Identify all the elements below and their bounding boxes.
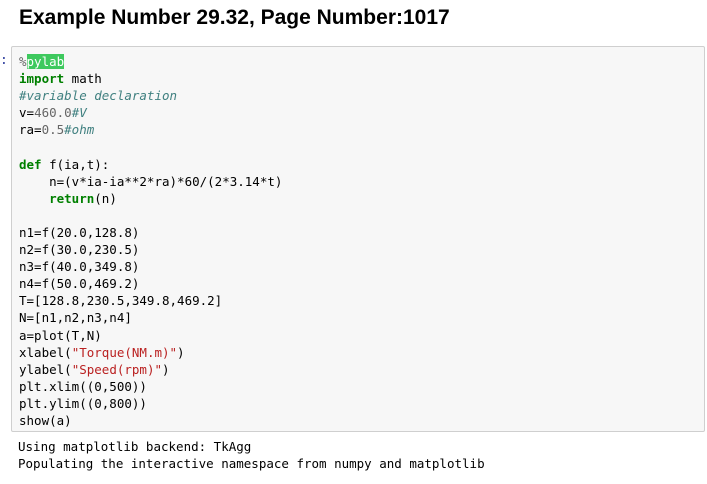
v-comment: #V — [71, 105, 87, 121]
v-assign: v= — [19, 105, 35, 121]
code-line-return: return(n) — [19, 190, 704, 207]
def-signature: f(ia,t): — [41, 156, 110, 172]
def-keyword: def — [19, 156, 42, 172]
code-line-n3: n3=f(40.0,349.8) — [19, 259, 140, 275]
return-indent — [19, 191, 49, 206]
code-cell[interactable]: %pylab import math #variable declaration v=… — [11, 46, 705, 432]
magic-command: pylab — [26, 54, 65, 69]
code-editor[interactable]: %pylab import math #variable declaration v=… — [12, 47, 704, 429]
code-line-plot: a=plot(T,N) — [19, 327, 102, 343]
code-line-ra: ra=0.5#ohm — [19, 121, 704, 138]
code-line-n2: n2=f(30.0,230.5) — [19, 242, 140, 258]
code-line-ylabel: ylabel("Speed(rpm)") — [19, 361, 704, 378]
ra-assign: ra= — [19, 122, 42, 138]
v-value: 460.0 — [34, 105, 72, 121]
code-line-N: N=[n1,n2,n3,n4] — [19, 310, 132, 326]
code-line-body: n=(v*ia-ia**2*ra)*60/(2*3.14*t) — [19, 173, 283, 189]
cell-prompt: : — [0, 53, 8, 68]
import-keyword: import — [19, 71, 65, 87]
code-line-n1: n1=f(20.0,128.8) — [19, 224, 140, 240]
output-line-populating: Populating the interactive namespace fro… — [18, 456, 485, 472]
ylabel-string: "Speed(rpm)" — [71, 361, 162, 377]
code-line-n4: n4=f(50.0,469.2) — [19, 276, 140, 292]
code-line-comment: #variable declaration — [19, 87, 704, 104]
code-line-xlabel: xlabel("Torque(NM.m)") — [19, 344, 704, 361]
comment: #variable declaration — [19, 88, 178, 104]
code-line-import: import math — [19, 70, 704, 87]
code-line-v: v=460.0#V — [19, 104, 704, 121]
xlabel-fn: xlabel( — [19, 344, 72, 360]
cell-output: Using matplotlib backend: TkAgg Populatin… — [18, 438, 485, 472]
xlabel-close: ) — [177, 344, 185, 360]
xlabel-string: "Torque(NM.m)" — [71, 344, 178, 360]
ylabel-close: ) — [162, 361, 170, 377]
magic-percent: % — [19, 54, 27, 69]
code-line-def: def f(ia,t): — [19, 156, 704, 173]
import-module: math — [64, 71, 102, 87]
code-line-ylim: plt.ylim((0,800)) — [19, 395, 147, 411]
ylabel-fn: ylabel( — [19, 361, 72, 377]
return-arg: (n) — [94, 190, 117, 206]
page-title: Example Number 29.32, Page Number:1017 — [19, 6, 450, 29]
ra-comment: #ohm — [64, 122, 95, 138]
code-line-T: T=[128.8,230.5,349.8,469.2] — [19, 293, 223, 309]
code-line-show: show(a) — [19, 412, 72, 428]
code-line-xlim: plt.xlim((0,500)) — [19, 378, 147, 394]
return-keyword: return — [49, 190, 95, 206]
code-line-magic: %pylab — [19, 53, 704, 70]
output-line-backend: Using matplotlib backend: TkAgg — [18, 439, 252, 454]
ra-value: 0.5 — [41, 122, 65, 138]
